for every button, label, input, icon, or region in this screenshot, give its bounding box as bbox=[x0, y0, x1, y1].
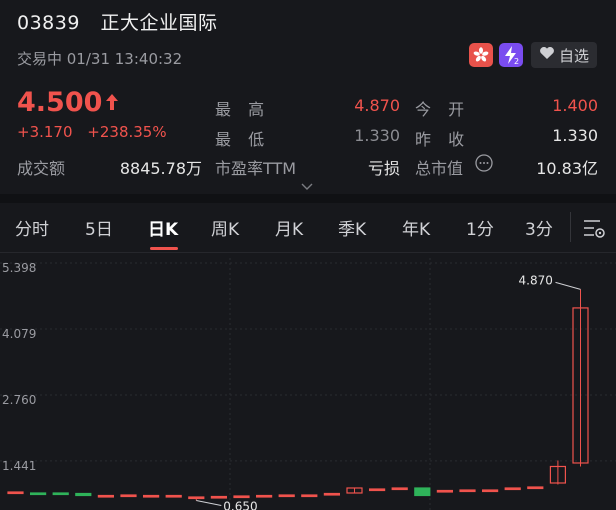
candle-body bbox=[278, 494, 295, 498]
candle-body bbox=[30, 492, 47, 496]
change-amount: +3.170 bbox=[17, 123, 73, 141]
tab-yearly-k[interactable]: 年K bbox=[402, 215, 430, 240]
low-label: 最 低 bbox=[215, 130, 271, 149]
up-arrow-icon bbox=[105, 87, 119, 118]
candle-body bbox=[165, 494, 182, 498]
candle-body bbox=[256, 494, 273, 498]
mcap-label: 总市值 bbox=[415, 159, 464, 178]
tab-daily-k[interactable]: 日K bbox=[148, 215, 178, 240]
expand-chevron-icon[interactable] bbox=[300, 176, 314, 195]
candle-body bbox=[482, 489, 499, 493]
candlestick-chart[interactable]: 5.398 4.079 2.760 1.441 4.870 0.650 bbox=[0, 258, 616, 510]
tab-5day[interactable]: 5日 bbox=[85, 215, 113, 240]
price-value: 4.500 bbox=[17, 87, 103, 118]
candle-body bbox=[120, 494, 137, 498]
candle-body bbox=[97, 494, 115, 498]
add-watchlist-button[interactable]: 自选 bbox=[531, 42, 597, 68]
turnover-label: 成交额 bbox=[17, 159, 66, 178]
max-label-leader bbox=[555, 281, 581, 290]
candle-body bbox=[391, 487, 408, 491]
y-tick-label: 4.079 bbox=[2, 327, 36, 341]
candle-body bbox=[436, 489, 453, 493]
mcap-value: 10.83亿 bbox=[536, 159, 598, 178]
section-divider bbox=[0, 194, 616, 203]
candle-body bbox=[210, 495, 227, 499]
tab-3min[interactable]: 3分 bbox=[525, 215, 553, 240]
y-tick-label: 5.398 bbox=[2, 261, 36, 275]
candle-body bbox=[75, 492, 92, 497]
candle-body bbox=[414, 487, 431, 497]
min-label-leader bbox=[196, 500, 222, 506]
tab-1min[interactable]: 1分 bbox=[466, 215, 494, 240]
candle-body bbox=[52, 492, 69, 496]
prev-close-label: 昨 收 bbox=[415, 130, 471, 149]
low-value: 1.330 bbox=[354, 126, 400, 145]
candle-body bbox=[7, 491, 24, 495]
max-price-label: 4.870 bbox=[519, 273, 553, 287]
heart-icon bbox=[539, 46, 555, 64]
tab-monthly-k[interactable]: 月K bbox=[275, 215, 303, 240]
tab-weekly-k[interactable]: 周K bbox=[211, 215, 239, 240]
candle-body bbox=[301, 494, 318, 498]
candle-body bbox=[527, 486, 544, 490]
candle-body bbox=[143, 494, 160, 498]
svg-text:2: 2 bbox=[514, 57, 519, 66]
y-tick-label: 1.441 bbox=[2, 459, 36, 473]
hk-flag-icon[interactable] bbox=[469, 43, 493, 67]
trading-status: 交易中 01/31 13:40:32 bbox=[17, 50, 183, 68]
watchlist-label: 自选 bbox=[558, 46, 589, 65]
chart-settings-icon[interactable] bbox=[582, 218, 606, 244]
candle-body bbox=[369, 488, 386, 492]
pe-label: 市盈率TTM bbox=[215, 159, 297, 178]
tab-intraday[interactable]: 分时 bbox=[15, 215, 49, 240]
open-value: 1.400 bbox=[552, 96, 598, 115]
stock-name: 正大企业国际 bbox=[100, 12, 218, 34]
candle-body bbox=[504, 487, 521, 491]
level2-lightning-icon[interactable]: 2 bbox=[499, 43, 523, 67]
last-price: 4.500 bbox=[17, 87, 119, 118]
stock-title: 03839 正大企业国际 bbox=[17, 8, 218, 35]
price-change: +3.170 +238.35% bbox=[17, 123, 177, 141]
candle-body bbox=[233, 495, 250, 499]
pe-value: 亏损 bbox=[367, 159, 400, 178]
min-price-label: 0.650 bbox=[223, 499, 257, 510]
tab-divider bbox=[570, 212, 571, 242]
candle-body bbox=[323, 492, 340, 496]
y-tick-label: 2.760 bbox=[2, 393, 36, 407]
open-label: 今 开 bbox=[415, 100, 471, 119]
turnover-value: 8845.78万 bbox=[119, 159, 202, 178]
high-value: 4.870 bbox=[354, 96, 400, 115]
tab-quarterly-k[interactable]: 季K bbox=[338, 215, 366, 240]
active-tab-indicator bbox=[150, 247, 178, 250]
tabs-divider bbox=[0, 252, 616, 253]
prev-close-value: 1.330 bbox=[552, 126, 598, 145]
high-label: 最 高 bbox=[215, 100, 271, 119]
change-percent: +238.35% bbox=[87, 123, 167, 141]
more-info-icon[interactable] bbox=[475, 154, 493, 176]
stock-code: 03839 bbox=[17, 12, 80, 34]
candle-body bbox=[188, 496, 205, 500]
candle-body bbox=[459, 489, 476, 493]
